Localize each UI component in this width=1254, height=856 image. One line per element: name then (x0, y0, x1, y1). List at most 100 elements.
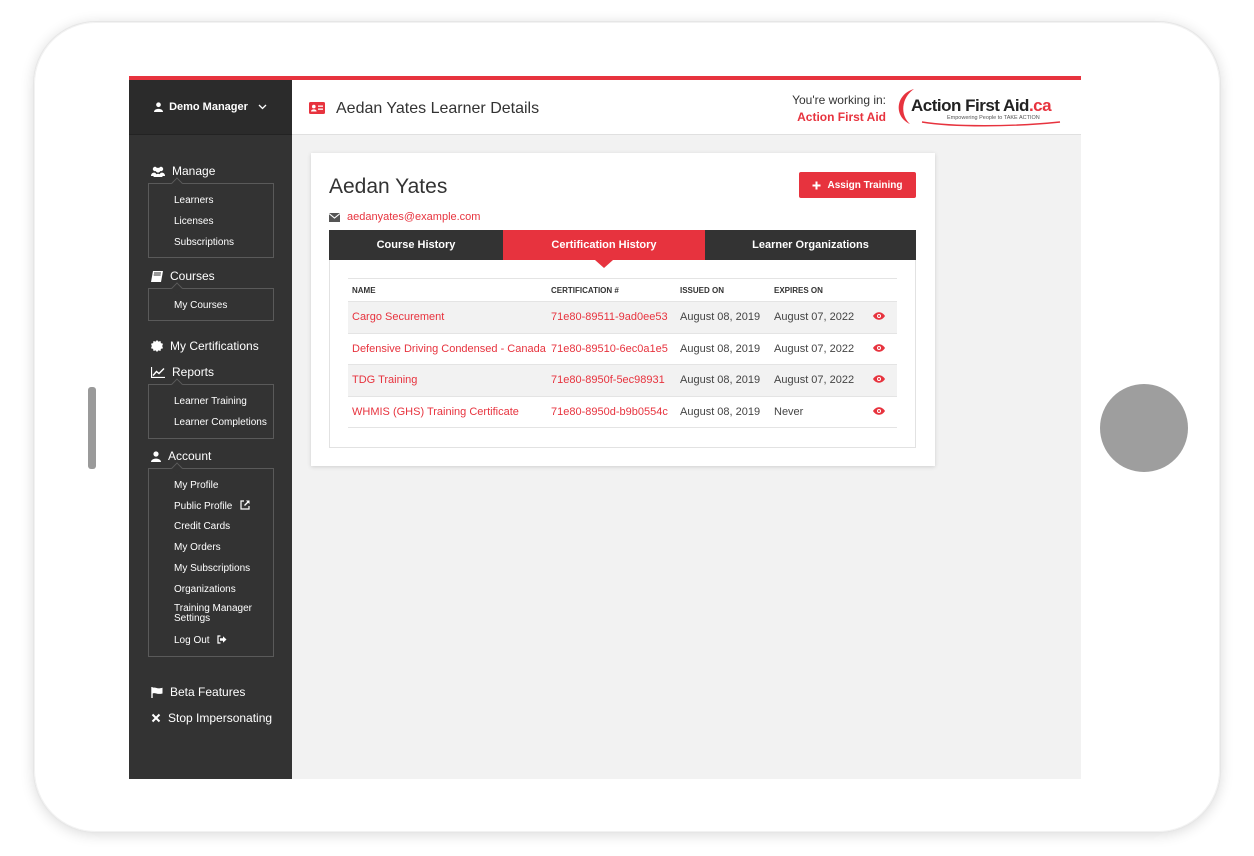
view-certificate-button[interactable] (861, 301, 897, 334)
action-first-aid-logo: Action First Aid.ca Empowering People to… (898, 89, 1061, 127)
close-icon (151, 713, 161, 723)
sidebar-item-subscriptions[interactable]: Subscriptions (174, 237, 234, 248)
nav-reports-label: Reports (172, 365, 215, 379)
nav-my-certifications[interactable]: My Certifications (151, 339, 259, 353)
learner-email[interactable]: aedanyates@example.com (347, 211, 480, 223)
cell-certification[interactable]: 71e80-8950f-5ec98931 (547, 364, 676, 397)
svg-text:Action First Aid.ca: Action First Aid.ca (911, 96, 1052, 115)
users-icon (151, 166, 165, 177)
sidebar-item-my-courses[interactable]: My Courses (174, 300, 227, 311)
nav-manage-label: Manage (172, 164, 216, 178)
table-header-row: NAME CERTIFICATION # ISSUED ON EXPIRES O… (348, 278, 897, 302)
learner-name: Aedan Yates (329, 175, 448, 198)
cell-name[interactable]: Defensive Driving Condensed - Canada (348, 333, 547, 365)
assign-training-button[interactable]: Assign Training (799, 172, 916, 198)
envelope-icon (329, 212, 340, 222)
cell-issued-on: August 08, 2019 (676, 333, 770, 365)
cell-name[interactable]: TDG Training (348, 364, 547, 397)
column-header-expires-on[interactable]: EXPIRES ON (770, 278, 861, 302)
sidebar-item-my-orders[interactable]: My Orders (174, 542, 221, 553)
external-link-icon (240, 500, 250, 510)
sidebar-item-credit-cards[interactable]: Credit Cards (174, 521, 230, 532)
sidebar-item-my-profile[interactable]: My Profile (174, 480, 218, 491)
flag-icon (151, 686, 163, 698)
sidebar-item-my-subscriptions[interactable]: My Subscriptions (174, 563, 250, 574)
cell-issued-on: August 08, 2019 (676, 396, 770, 428)
sidebar-item-licenses[interactable]: Licenses (174, 216, 213, 227)
working-in-label: You're working in: (792, 93, 886, 107)
nav-account[interactable]: Account (151, 449, 211, 463)
cell-certification[interactable]: 71e80-89511-9ad0ee53 (547, 301, 676, 334)
certification-history-panel: NAME CERTIFICATION # ISSUED ON EXPIRES O… (329, 260, 916, 448)
cell-issued-on: August 08, 2019 (676, 301, 770, 334)
nav-courses-label: Courses (170, 269, 215, 283)
cell-certification[interactable]: 71e80-8950d-b9b0554c (547, 396, 676, 428)
sidebar-item-learner-completions[interactable]: Learner Completions (174, 417, 267, 428)
cell-expires-on: August 07, 2022 (770, 301, 861, 334)
account-submenu: My Profile Public Profile Credit Cards M… (148, 462, 274, 657)
tablet-home-button (1100, 384, 1188, 472)
table-row: TDG Training 71e80-8950f-5ec98931 August… (348, 364, 897, 397)
column-header-actions (861, 278, 897, 302)
table-row: Cargo Securement 71e80-89511-9ad0ee53 Au… (348, 301, 897, 334)
tab-learner-organizations[interactable]: Learner Organizations (705, 230, 916, 260)
table-row: WHMIS (GHS) Training Certificate 71e80-8… (348, 396, 897, 428)
user-icon (151, 450, 161, 462)
sidebar-item-learner-training[interactable]: Learner Training (174, 396, 247, 407)
page-title: Aedan Yates Learner Details (336, 100, 540, 117)
cell-expires-on: August 07, 2022 (770, 333, 861, 365)
column-header-certification[interactable]: CERTIFICATION # (547, 278, 676, 302)
courses-submenu: My Courses (148, 282, 274, 321)
learner-tabs: Course History Certification History Lea… (329, 230, 916, 268)
view-certificate-button[interactable] (861, 396, 897, 428)
sidebar-item-training-manager-settings[interactable]: Training Manager Settings (174, 604, 254, 624)
eye-icon (873, 312, 885, 320)
cell-expires-on: August 07, 2022 (770, 364, 861, 397)
nav-manage[interactable]: Manage (151, 164, 215, 178)
book-icon (151, 270, 163, 282)
nav-beta-features-label: Beta Features (170, 685, 246, 699)
table-row: Defensive Driving Condensed - Canada 71e… (348, 333, 897, 365)
eye-icon (873, 344, 885, 352)
user-name: Demo Manager (169, 101, 248, 113)
sign-out-icon (217, 635, 227, 644)
cell-certification[interactable]: 71e80-89510-6ec0a1e5 (547, 333, 676, 365)
cell-name[interactable]: WHMIS (GHS) Training Certificate (348, 396, 547, 428)
sidebar-item-organizations[interactable]: Organizations (174, 584, 236, 595)
sidebar-item-public-profile[interactable]: Public Profile (174, 500, 250, 512)
plus-icon (812, 181, 821, 189)
tablet-side-button (88, 387, 96, 469)
column-header-issued-on[interactable]: ISSUED ON (676, 278, 770, 302)
tab-certification-history[interactable]: Certification History (503, 230, 705, 268)
eye-icon (873, 407, 885, 415)
cell-name[interactable]: Cargo Securement (348, 301, 547, 334)
nav-courses[interactable]: Courses (151, 269, 215, 283)
column-header-name[interactable]: NAME (348, 278, 547, 302)
sidebar-item-learners[interactable]: Learners (174, 195, 213, 206)
manage-submenu: Learners Licenses Subscriptions (148, 177, 274, 258)
nav-stop-impersonating[interactable]: Stop Impersonating (151, 711, 272, 725)
sidebar-item-log-out[interactable]: Log Out (174, 635, 227, 646)
certification-table: NAME CERTIFICATION # ISSUED ON EXPIRES O… (348, 278, 897, 428)
app-screen: Demo Manager Manage Learners Licenses Su… (129, 76, 1081, 779)
view-certificate-button[interactable] (861, 333, 897, 365)
id-card-icon (309, 102, 325, 114)
eye-icon (873, 375, 885, 383)
certificate-icon (151, 340, 163, 352)
nav-beta-features[interactable]: Beta Features (151, 685, 245, 699)
reports-submenu: Learner Training Learner Completions (148, 378, 274, 439)
nav-reports[interactable]: Reports (151, 365, 214, 379)
nav-my-certifications-label: My Certifications (170, 339, 259, 353)
user-icon (154, 102, 164, 112)
sidebar: Demo Manager Manage Learners Licenses Su… (129, 80, 292, 779)
tab-course-history[interactable]: Course History (329, 230, 503, 260)
svg-text:Empowering People to TAKE ACTI: Empowering People to TAKE ACTION (947, 115, 1040, 121)
cell-expires-on: Never (770, 396, 861, 428)
user-menu[interactable]: Demo Manager (129, 80, 292, 135)
view-certificate-button[interactable] (861, 364, 897, 397)
nav-stop-impersonating-label: Stop Impersonating (168, 711, 273, 725)
working-in-organization[interactable]: Action First Aid (797, 110, 886, 124)
chevron-down-icon (258, 104, 267, 110)
learner-card: Aedan Yates aedanyates@example.com Assig… (311, 153, 935, 466)
page-header: Aedan Yates Learner Details You're worki… (292, 80, 1081, 135)
